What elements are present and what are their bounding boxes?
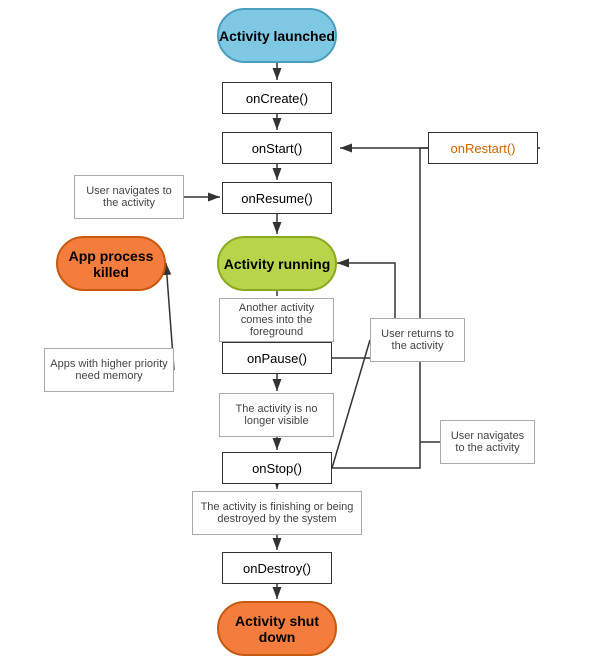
note-apps-higher: Apps with higher priority need memory — [44, 348, 174, 392]
note-user-nav-bottom-text: User navigates to the activity — [445, 430, 530, 454]
app-killed-label: App process killed — [58, 248, 164, 280]
note-no-longer-visible: The activity is no longer visible — [219, 393, 334, 437]
activity-launched-label: Activity launched — [219, 28, 335, 44]
onpause-node: onPause() — [222, 342, 332, 374]
note-finishing: The activity is finishing or being destr… — [192, 491, 362, 535]
activity-shutdown-node: Activity shut down — [217, 601, 337, 656]
onstart-label: onStart() — [252, 141, 303, 156]
note-another-activity: Another activity comes into the foregrou… — [219, 298, 334, 342]
lifecycle-diagram: Activity launched onCreate() onStart() o… — [0, 0, 600, 663]
note-finishing-text: The activity is finishing or being destr… — [197, 501, 357, 525]
onrestart-label: onRestart() — [450, 141, 515, 156]
onresume-label: onResume() — [241, 191, 313, 206]
note-user-nav-bottom: User navigates to the activity — [440, 420, 535, 464]
ondestroy-node: onDestroy() — [222, 552, 332, 584]
note-user-returns: User returns to the activity — [370, 318, 465, 362]
activity-shutdown-label: Activity shut down — [219, 613, 335, 645]
onstart-node: onStart() — [222, 132, 332, 164]
activity-launched-node: Activity launched — [217, 8, 337, 63]
note-user-nav-top-text: User navigates to the activity — [79, 185, 179, 209]
note-no-longer-visible-text: The activity is no longer visible — [224, 403, 329, 427]
onrestart-node: onRestart() — [428, 132, 538, 164]
note-user-nav-top: User navigates to the activity — [74, 175, 184, 219]
note-user-returns-text: User returns to the activity — [375, 328, 460, 352]
onstop-label: onStop() — [252, 461, 302, 476]
activity-running-label: Activity running — [224, 256, 331, 272]
onresume-node: onResume() — [222, 182, 332, 214]
oncreate-node: onCreate() — [222, 82, 332, 114]
ondestroy-label: onDestroy() — [243, 561, 311, 576]
onpause-label: onPause() — [247, 351, 307, 366]
note-another-activity-text: Another activity comes into the foregrou… — [224, 302, 329, 338]
app-killed-node: App process killed — [56, 236, 166, 291]
activity-running-node: Activity running — [217, 236, 337, 291]
note-apps-higher-text: Apps with higher priority need memory — [49, 358, 169, 382]
onstop-node: onStop() — [222, 452, 332, 484]
oncreate-label: onCreate() — [246, 91, 308, 106]
